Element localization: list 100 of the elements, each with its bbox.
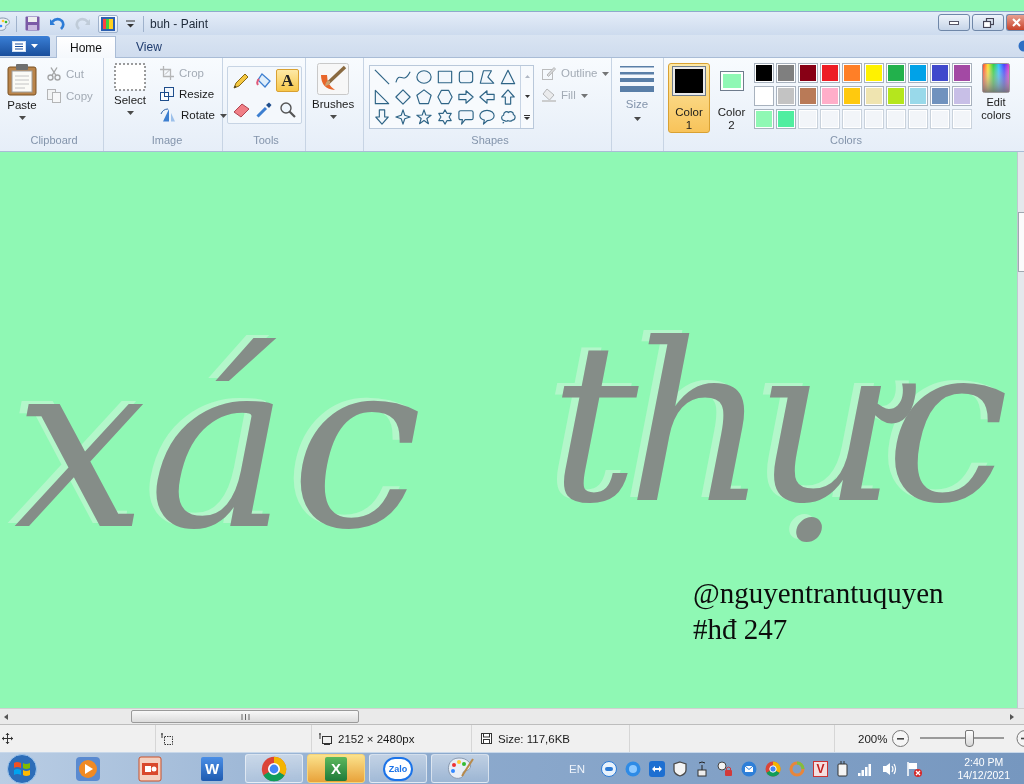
scroll-down-icon[interactable]: [524, 94, 530, 98]
paste-button[interactable]: Paste: [5, 63, 39, 120]
volume-icon[interactable]: [882, 761, 898, 776]
start-button[interactable]: [5, 753, 39, 784]
palette-swatch[interactable]: [820, 63, 840, 83]
taskbar-button[interactable]: X: [307, 754, 365, 783]
color-selector-button[interactable]: Color 1: [668, 63, 710, 133]
taskbar-button[interactable]: W: [183, 754, 241, 783]
group-label: Tools: [253, 134, 279, 148]
empty-swatch[interactable]: [842, 109, 862, 129]
zoom-in-icon[interactable]: [1016, 730, 1024, 747]
hexagon-icon[interactable]: [437, 89, 453, 105]
pentagon-icon[interactable]: [416, 89, 432, 105]
empty-swatch[interactable]: [798, 109, 818, 129]
triangle-icon[interactable]: [500, 69, 516, 85]
palette-swatch[interactable]: [798, 63, 818, 83]
palette-swatch[interactable]: [754, 86, 774, 106]
palette-swatch[interactable]: [754, 109, 774, 129]
segmented-circle-icon[interactable]: [765, 760, 781, 777]
down-arrow-icon[interactable]: [374, 109, 390, 125]
palette-swatch[interactable]: [952, 86, 972, 106]
four-point-star-icon[interactable]: [395, 109, 411, 125]
right-arrow-icon[interactable]: [458, 89, 474, 105]
left-arrow-icon[interactable]: [479, 89, 495, 105]
six-point-star-icon[interactable]: [437, 109, 453, 125]
palette-swatch[interactable]: [908, 63, 928, 83]
oval-callout-icon[interactable]: [479, 109, 495, 125]
empty-swatch[interactable]: [864, 109, 884, 129]
image-button[interactable]: Resize: [160, 86, 227, 102]
up-arrow-icon[interactable]: [500, 89, 516, 105]
scroll-thumb[interactable]: [1018, 212, 1024, 272]
palette-swatch[interactable]: [842, 63, 862, 83]
tool-button[interactable]: A: [276, 69, 299, 92]
palette-swatch[interactable]: [886, 63, 906, 83]
clock-time[interactable]: 2:40 PM: [964, 755, 1004, 769]
envelope-icon[interactable]: [741, 760, 757, 777]
palette-swatch[interactable]: [776, 109, 796, 129]
palette-swatch[interactable]: [930, 63, 950, 83]
expand-gallery-icon[interactable]: [524, 114, 530, 120]
quick-access-button[interactable]: [23, 14, 42, 33]
empty-swatch[interactable]: [820, 109, 840, 129]
rounded-callout-icon[interactable]: [458, 109, 474, 125]
palette-swatch[interactable]: [864, 63, 884, 83]
empty-swatch[interactable]: [952, 109, 972, 129]
palette-swatch[interactable]: [930, 86, 950, 106]
minimize-button[interactable]: [938, 14, 970, 31]
cloud-callout-icon[interactable]: [500, 109, 516, 125]
empty-swatch[interactable]: [886, 109, 906, 129]
palette-swatch[interactable]: [886, 86, 906, 106]
select-button[interactable]: Select: [112, 63, 148, 115]
scroll-thumb[interactable]: [131, 710, 359, 723]
polygon-icon[interactable]: [479, 69, 495, 85]
color-selector-button[interactable]: Color 2: [713, 63, 750, 133]
letter-badge[interactable]: V: [813, 760, 828, 777]
empty-swatch[interactable]: [930, 109, 950, 129]
taskbar-button[interactable]: [245, 754, 303, 783]
close-button[interactable]: [1006, 14, 1024, 31]
palette-swatch[interactable]: [776, 63, 796, 83]
palette-swatch[interactable]: [842, 86, 862, 106]
palette-swatch[interactable]: [798, 86, 818, 106]
restore-button[interactable]: [972, 14, 1004, 31]
palette-swatch[interactable]: [754, 63, 774, 83]
brushes-button[interactable]: Brushes: [310, 63, 357, 119]
horizontal-scrollbar[interactable]: [0, 708, 1024, 725]
clock-date[interactable]: 14/12/2021: [957, 768, 1010, 782]
size-button[interactable]: Size: [618, 65, 656, 121]
taskbar-button[interactable]: Zalo: [369, 754, 427, 783]
palette-swatch[interactable]: [864, 86, 884, 106]
scroll-right-icon[interactable]: [1010, 713, 1014, 720]
help-icon[interactable]: [1018, 40, 1024, 52]
line-icon[interactable]: [374, 69, 390, 85]
right-triangle-icon[interactable]: [374, 89, 390, 105]
slider-thumb[interactable]: [965, 730, 975, 747]
five-point-star-icon[interactable]: [416, 109, 432, 125]
shield-icon[interactable]: [673, 760, 687, 777]
diamond-icon[interactable]: [395, 89, 411, 105]
network-device-icon[interactable]: [695, 760, 709, 777]
customize-dropdown-icon[interactable]: [126, 19, 135, 28]
edit-colors-button[interactable]: Edit colors: [977, 63, 1015, 122]
image-button[interactable]: Rotate: [160, 107, 227, 123]
vertical-scrollbar[interactable]: [1017, 152, 1024, 708]
plug-icon[interactable]: [836, 760, 850, 777]
signal-bars-icon[interactable]: [858, 761, 874, 776]
chat-bubble-icon[interactable]: [601, 760, 617, 777]
palette-swatch[interactable]: [952, 63, 972, 83]
scroll-left-icon[interactable]: [4, 713, 8, 720]
flag-icon[interactable]: [906, 760, 922, 777]
taskbar-button[interactable]: [431, 754, 489, 783]
empty-swatch[interactable]: [908, 109, 928, 129]
ribbon-tab[interactable]: Home: [56, 36, 116, 58]
menu-button[interactable]: [0, 36, 50, 56]
palette-swatch[interactable]: [776, 86, 796, 106]
ribbon-tab[interactable]: View: [122, 36, 176, 57]
palette-swatch[interactable]: [908, 86, 928, 106]
rectangle-icon[interactable]: [437, 69, 453, 85]
zoom-out-button[interactable]: [892, 730, 910, 747]
curve-icon[interactable]: [395, 69, 411, 85]
key-lock-icon[interactable]: [717, 760, 733, 777]
palette-swatch[interactable]: [820, 86, 840, 106]
quick-access-button[interactable]: [98, 14, 118, 33]
